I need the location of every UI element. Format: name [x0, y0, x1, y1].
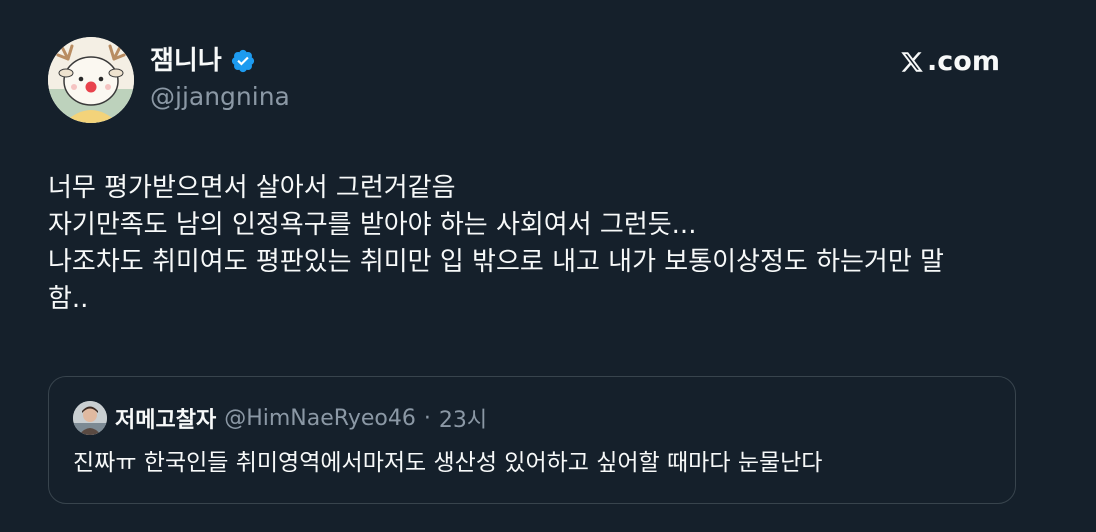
quoted-tweet-header: 저메고찰자 @HimNaeRyeo46 · 23시: [73, 401, 487, 435]
reindeer-avatar-icon: [48, 37, 134, 123]
person-avatar-icon: [73, 401, 107, 435]
separator-dot: ·: [423, 405, 431, 431]
x-logo-icon: [901, 52, 923, 72]
tweet-text-line: 자기만족도 남의 인정욕구를 받아야 하는 사회여서 그런듯...: [48, 210, 697, 240]
author-display-name[interactable]: 잼니나: [150, 44, 222, 78]
verified-badge-icon: [231, 49, 254, 73]
quoted-author-display-name[interactable]: 저메고찰자: [115, 402, 216, 434]
quoted-author-avatar[interactable]: [73, 401, 107, 435]
tweet-text-line: 너무 평가받으면서 살아서 그런거같음: [48, 173, 456, 203]
author-handle[interactable]: @jjangnina: [150, 81, 290, 113]
author-name-row: 잼니나: [150, 44, 256, 78]
author-avatar[interactable]: [48, 37, 134, 123]
quoted-tweet[interactable]: 저메고찰자 @HimNaeRyeo46 · 23시 진짜ㅠ 한국인들 취미영역에…: [48, 376, 1016, 504]
brand-text: .com: [927, 46, 1000, 77]
quoted-author-handle[interactable]: @HimNaeRyeo46: [224, 406, 416, 431]
tweet-card: 잼니나 @jjangnina .com 너무 평가받으면서 살아서 그런거같음 …: [0, 0, 1096, 532]
quoted-timestamp[interactable]: 23시: [439, 402, 487, 434]
tweet-text-line: 나조차도 취미여도 평판있는 취미만 입 밖으로 내고 내가 보통이상정도 하는…: [48, 247, 944, 277]
brand-logo: .com: [899, 44, 1000, 80]
tweet-text: 너무 평가받으면서 살아서 그런거같음 자기만족도 남의 인정욕구를 받아야 하…: [48, 170, 1048, 318]
quoted-tweet-text: 진짜ㅠ 한국인들 취미영역에서마저도 생산성 있어하고 싶어할 때마다 눈물난다: [73, 450, 823, 476]
tweet-text-line: 함..: [48, 284, 89, 314]
